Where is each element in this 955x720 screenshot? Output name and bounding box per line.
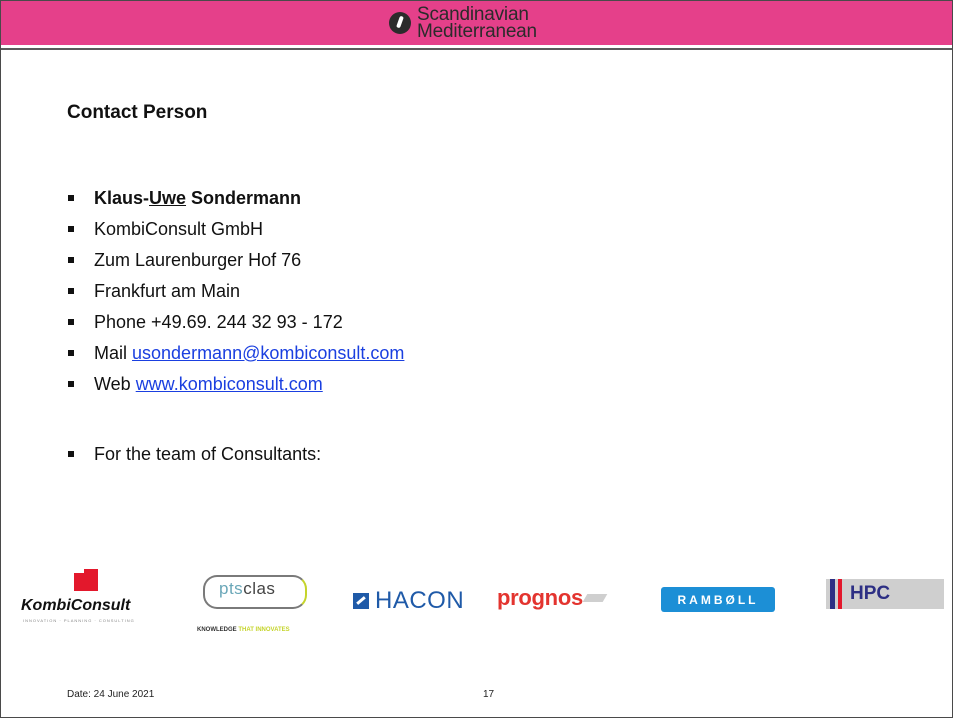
ptsclas-wordmark-a: pts [219,579,244,598]
ramboll-wordmark: RAMBØLL [677,592,759,607]
mail-label: Mail [94,343,133,363]
prognos-wordmark: prognos [497,585,583,610]
kombiconsult-wordmark: KombiConsult [21,597,131,614]
contact-name: Klaus-Uwe Sondermann [67,185,404,216]
hpc-logo: HPC [826,579,944,609]
ptsclas-wordmark: ptsclas [219,579,275,599]
ramboll-logo: RAMBØLL [661,587,775,612]
hacon-logo: HACON [353,586,464,616]
hacon-icon [353,593,369,609]
prognos-icon [582,594,608,602]
ptsclas-tagline-a: KNOWLEDGE [197,627,239,633]
corridor-logo-text: Scandinavian Mediterranean [417,5,537,42]
hpc-flag-icon [830,579,835,609]
web-label: Web [94,374,136,394]
mail-link[interactable]: usondermann@kombiconsult.com [132,343,404,363]
name-first: Klaus- [94,188,150,208]
footer-date: Date: 24 June 2021 [67,689,155,700]
contact-mail: Mail usondermann@kombiconsult.com [67,340,404,371]
partner-logos: KombiConsult INNOVATION · PLANNING · CON… [1,561,952,641]
contact-company: KombiConsult GmbH [67,216,404,247]
contact-web: Web www.kombiconsult.com [67,371,404,402]
header-divider [1,48,952,50]
hpc-wordmark: HPC [850,583,891,604]
team-line: For the team of Consultants: [67,441,404,472]
ptsclas-tagline-b: THAT INNOVATES [238,627,290,633]
kombiconsult-icon [74,569,98,591]
corridor-logo: Scandinavian Mediterranean [389,1,537,45]
ptsclas-wordmark-b: clas [243,579,276,598]
corridor-logo-line2: Mediterranean [417,21,537,42]
contact-list: Klaus-Uwe Sondermann KombiConsult GmbH Z… [67,185,404,472]
ptsclas-tagline: KNOWLEDGE THAT INNOVATES [197,627,290,633]
ptsclas-logo: ptsclas KNOWLEDGE THAT INNOVATES [197,571,317,633]
hacon-wordmark: HACON [375,587,465,614]
slide: Scandinavian Mediterranean Contact Perso… [0,0,953,718]
prognos-logo: prognos [497,583,608,613]
contact-phone: Phone +49.69. 244 32 93 - 172 [67,309,404,340]
hpc-flag-stripe [838,579,842,609]
name-middle: Uwe [149,188,187,208]
kombiconsult-logo: KombiConsult INNOVATION · PLANNING · CON… [21,569,151,623]
page-title: Contact Person [67,102,208,123]
page-number: 17 [483,689,495,700]
web-link[interactable]: www.kombiconsult.com [136,374,323,394]
contact-city: Frankfurt am Main [67,278,404,309]
contact-street: Zum Laurenburger Hof 76 [67,247,404,278]
name-last: Sondermann [186,188,302,208]
kombiconsult-subtext: INNOVATION · PLANNING · CONSULTING [23,618,135,623]
corridor-logo-icon [389,12,411,34]
